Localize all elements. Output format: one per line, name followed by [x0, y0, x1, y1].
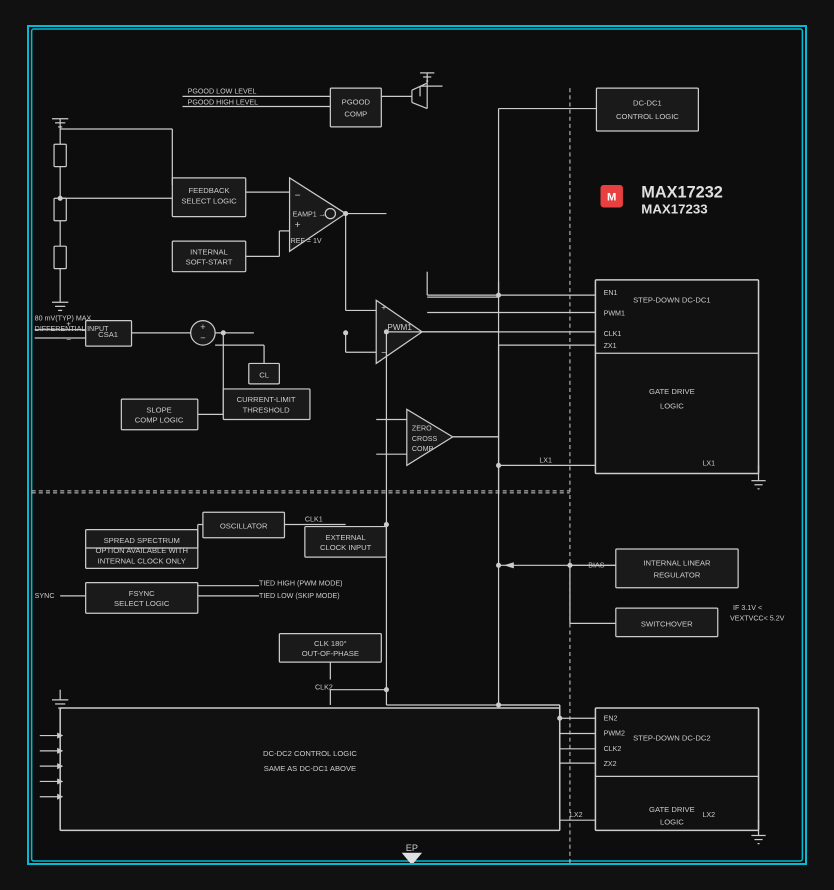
pwm1-label: PWM1: [604, 310, 625, 318]
vextvcc-label: VEXTVCC< 5.2V: [730, 614, 785, 622]
brand-name1: MAX17232: [641, 183, 723, 201]
svg-text:COMP: COMP: [412, 445, 434, 453]
lx2-left-label: LX2: [570, 811, 583, 819]
soft-start-label2: SOFT-START: [186, 258, 233, 267]
tied-low-label: TIED LOW (SKIP MODE): [259, 592, 340, 600]
clk1-osc-label: CLK1: [305, 515, 323, 523]
current-limit-label: CURRENT-LIMIT: [237, 395, 296, 404]
svg-text:−: −: [200, 333, 205, 343]
dc-dc1-control-label2: CONTROL LOGIC: [616, 112, 679, 121]
feedback-select-label: FEEDBACK: [188, 186, 229, 195]
slope-comp-label: SLOPE: [146, 405, 171, 414]
brand-name2: MAX17233: [641, 202, 707, 217]
switchover-label: SWITCHOVER: [641, 619, 693, 628]
spread-spectrum-label3: INTERNAL CLOCK ONLY: [98, 556, 186, 565]
spread-spectrum-label: SPREAD SPECTRUM: [104, 536, 180, 545]
step-down2-label: STEP-DOWN DC-DC2: [633, 734, 711, 743]
diff-input-label2: DIFFERENTIAL INPUT: [35, 325, 109, 333]
svg-text:ZERO: ZERO: [412, 425, 432, 433]
current-limit-label2: THRESHOLD: [243, 405, 291, 414]
en1-label: EN1: [604, 289, 618, 297]
ep-label: EP: [406, 843, 418, 853]
svg-text:→: →: [318, 210, 326, 219]
lin-reg-label2: REGULATOR: [654, 571, 701, 580]
fsync-label: FSYNC: [129, 589, 155, 598]
clk-phase-label: CLK 180°: [314, 639, 347, 648]
svg-text:EAMP1: EAMP1: [293, 211, 317, 219]
ext-clock-label: EXTERNAL: [326, 533, 366, 542]
if-condition-label: IF 3.1V <: [733, 604, 762, 612]
clk2-box-label: CLK2: [604, 745, 622, 753]
svg-text:+: +: [381, 302, 386, 312]
oscillator-label: OSCILLATOR: [220, 522, 268, 531]
zx1-label: ZX1: [604, 342, 617, 350]
schematic-svg: M MAX17232 MAX17233 DC-DC1 CONTROL LOGIC…: [29, 27, 805, 863]
gate-drive1-label2: LOGIC: [660, 401, 684, 410]
lx1-left-label: LX1: [539, 456, 552, 464]
gate-drive2-label: GATE DRIVE: [649, 805, 695, 814]
pgood-comp-label: PGOOD: [342, 97, 371, 106]
lx2-right-label: LX2: [702, 811, 715, 819]
feedback-select-label2: SELECT LOGIC: [181, 196, 237, 205]
cl-label: CL: [259, 371, 269, 380]
lx1-right-label: LX1: [702, 459, 715, 467]
dc-dc2-label2: SAME AS DC-DC1 ABOVE: [264, 764, 356, 773]
svg-text:−: −: [66, 335, 71, 344]
svg-text:−: −: [295, 190, 301, 201]
svg-text:+: +: [295, 220, 301, 231]
en2-label: EN2: [604, 714, 618, 722]
sync-label: SYNC: [35, 592, 55, 600]
diff-input-label: 80 mV(TYP) MAX: [35, 315, 92, 323]
lin-reg-label: INTERNAL LINEAR: [643, 558, 711, 567]
clk-phase-label2: OUT-OF-PHASE: [302, 649, 359, 658]
dc-dc2-label: DC-DC2 CONTROL LOGIC: [263, 749, 357, 758]
svg-text:CROSS: CROSS: [412, 435, 438, 443]
ext-clock-label2: CLOCK INPUT: [320, 543, 372, 552]
slope-comp-label2: COMP LOGIC: [135, 416, 184, 425]
soft-start-label: INTERNAL: [190, 247, 228, 256]
clk1-label: CLK1: [604, 330, 622, 338]
pgood-comp-label2: COMP: [344, 110, 367, 119]
schematic-diagram: M MAX17232 MAX17233 DC-DC1 CONTROL LOGIC…: [27, 25, 807, 865]
svg-text:+: +: [200, 322, 205, 332]
pgood-high-label: PGOOD HIGH LEVEL: [188, 98, 259, 106]
svg-text:PWM1: PWM1: [387, 323, 412, 332]
pwm2-label: PWM2: [604, 730, 625, 738]
step-down1-label: STEP-DOWN DC-DC1: [633, 295, 711, 304]
pgood-low-label: PGOOD LOW LEVEL: [188, 87, 257, 95]
fsync-label2: SELECT LOGIC: [114, 599, 170, 608]
ref-label: REF = 1V: [291, 237, 322, 245]
gate-drive1-label: GATE DRIVE: [649, 387, 695, 396]
tied-high-label: TIED HIGH (PWM MODE): [259, 580, 343, 588]
page-container: M MAX17232 MAX17233 DC-DC1 CONTROL LOGIC…: [0, 0, 834, 890]
zx2-label: ZX2: [604, 760, 617, 768]
dc-dc1-control-label: DC-DC1: [633, 99, 662, 108]
gate-drive2-label2: LOGIC: [660, 817, 684, 826]
svg-text:M: M: [607, 191, 616, 203]
